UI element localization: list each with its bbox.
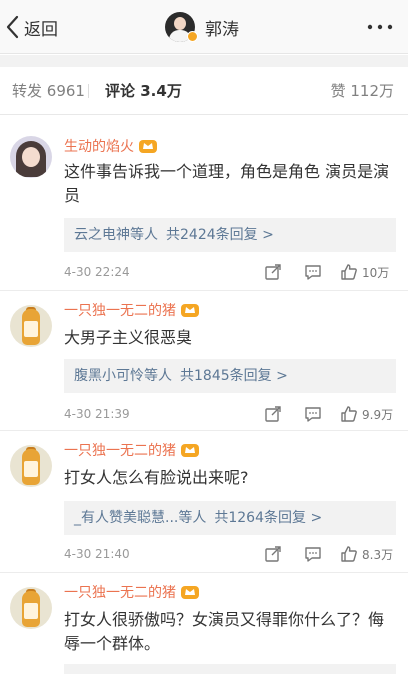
replies-users: 云之电神等人 xyxy=(74,227,158,243)
like-button[interactable]: 8.3万 xyxy=(340,543,393,565)
reply-button[interactable] xyxy=(304,261,322,283)
replies-count: 共2424条回复 > xyxy=(166,227,274,243)
reply-button[interactable] xyxy=(304,543,322,565)
replies-link[interactable]: 云之电神等人 共2424条回复 > xyxy=(64,218,396,252)
back-button[interactable]: 返回 xyxy=(4,12,58,42)
tab-repost[interactable]: 转发 6961 xyxy=(12,67,85,115)
tab-comment-count: 3.4万 xyxy=(140,82,182,100)
replies-link[interactable]: 腹黑小可怜等人 共1845条回复 > xyxy=(64,359,396,393)
thumbs-up-icon xyxy=(341,546,357,562)
avatar[interactable] xyxy=(10,136,52,178)
comment-time: 4-30 21:39 xyxy=(64,407,130,421)
tab-like-label: 赞 xyxy=(330,82,346,100)
comment-time: 4-30 21:40 xyxy=(64,547,130,561)
like-count: 9.9万 xyxy=(362,407,394,422)
section-gap xyxy=(0,55,408,67)
tab-repost-count: 6961 xyxy=(46,82,85,100)
replies-users: _有人赞美聪慧...等人 xyxy=(74,510,207,526)
comment-item: 一只独一无二的猪 打女人怎么有脸说出来呢? _有人赞美聪慧...等人 共1264条… xyxy=(0,430,408,570)
like-button[interactable]: 10万 xyxy=(340,261,389,283)
vip-crown-icon xyxy=(139,140,157,153)
like-button[interactable]: 9.9万 xyxy=(340,403,393,425)
comment-item: 一只独一无二的猪 打女人很骄傲吗？女演员又得罪你什么了？侮辱一个群体。 xyxy=(0,572,408,674)
back-label: 返回 xyxy=(24,19,58,40)
nav-bar: 返回 郭涛 xyxy=(0,0,408,54)
comment-username[interactable]: 生动的焰火 xyxy=(64,136,134,156)
tab-like[interactable]: 赞 112万 xyxy=(331,67,394,115)
replies-link[interactable]: _有人赞美聪慧...等人 共1264条回复 > xyxy=(64,501,396,535)
share-button[interactable] xyxy=(264,261,282,283)
comment-username[interactable]: 一只独一无二的猪 xyxy=(64,440,176,460)
verified-badge-icon xyxy=(187,31,198,42)
vip-crown-icon xyxy=(181,586,199,599)
comment-author[interactable]: 生动的焰火 xyxy=(64,136,158,156)
avatar[interactable] xyxy=(10,445,52,487)
comment-author[interactable]: 一只独一无二的猪 xyxy=(64,582,200,602)
like-count: 10万 xyxy=(362,265,390,280)
page-title: 郭涛 xyxy=(205,19,239,40)
tab-comment-label: 评论 xyxy=(105,82,136,100)
avatar[interactable] xyxy=(10,587,52,629)
avatar[interactable] xyxy=(10,305,52,347)
comment-username[interactable]: 一只独一无二的猪 xyxy=(64,582,176,602)
comment-text: 打女人很骄傲吗？女演员又得罪你什么了？侮辱一个群体。 xyxy=(64,610,385,653)
share-icon xyxy=(265,264,281,280)
comment-icon xyxy=(305,407,321,422)
comment-author[interactable]: 一只独一无二的猪 xyxy=(64,440,200,460)
vip-crown-icon xyxy=(181,304,199,317)
comment-item: 一只独一无二的猪 大男子主义很恶臭 腹黑小可怜等人 共1845条回复 > 4-30… xyxy=(0,290,408,430)
comment-username[interactable]: 一只独一无二的猪 xyxy=(64,300,176,320)
share-icon xyxy=(265,406,281,422)
comment-text: 大男子主义很恶臭 xyxy=(64,328,193,347)
replies-count: 共1845条回复 > xyxy=(180,368,288,384)
replies-users: 腹黑小可怜等人 xyxy=(74,368,172,384)
share-button[interactable] xyxy=(264,543,282,565)
replies-count: 共1264条回复 > xyxy=(214,510,323,526)
share-icon xyxy=(265,546,281,562)
comment-item: 生动的焰火 这件事告诉我一个道理，角色是角色 演员是演员 云之电神等人 共2424… xyxy=(0,116,408,296)
comment-author[interactable]: 一只独一无二的猪 xyxy=(64,300,200,320)
tab-repost-label: 转发 xyxy=(12,82,43,100)
like-count: 8.3万 xyxy=(362,547,394,562)
comment-icon xyxy=(305,547,321,562)
comment-text: 打女人怎么有脸说出来呢? xyxy=(64,468,249,487)
thumbs-up-icon xyxy=(341,406,357,422)
comment-icon xyxy=(305,265,321,280)
share-button[interactable] xyxy=(264,403,282,425)
tab-divider xyxy=(88,84,89,98)
tab-bar: 转发 6961 评论 3.4万 赞 112万 xyxy=(0,67,408,115)
nav-user[interactable]: 郭涛 xyxy=(165,9,239,45)
tab-comment[interactable]: 评论 3.4万 xyxy=(105,67,182,115)
comment-time: 4-30 22:24 xyxy=(64,265,130,279)
comment-text: 这件事告诉我一个道理，角色是角色 演员是演员 xyxy=(64,162,390,205)
replies-link-partial[interactable] xyxy=(64,664,396,674)
chevron-left-icon xyxy=(6,15,19,39)
vip-crown-icon xyxy=(181,444,199,457)
more-dots-icon[interactable] xyxy=(366,21,394,33)
tab-like-count: 112万 xyxy=(350,82,394,100)
thumbs-up-icon xyxy=(341,264,357,280)
reply-button[interactable] xyxy=(304,403,322,425)
